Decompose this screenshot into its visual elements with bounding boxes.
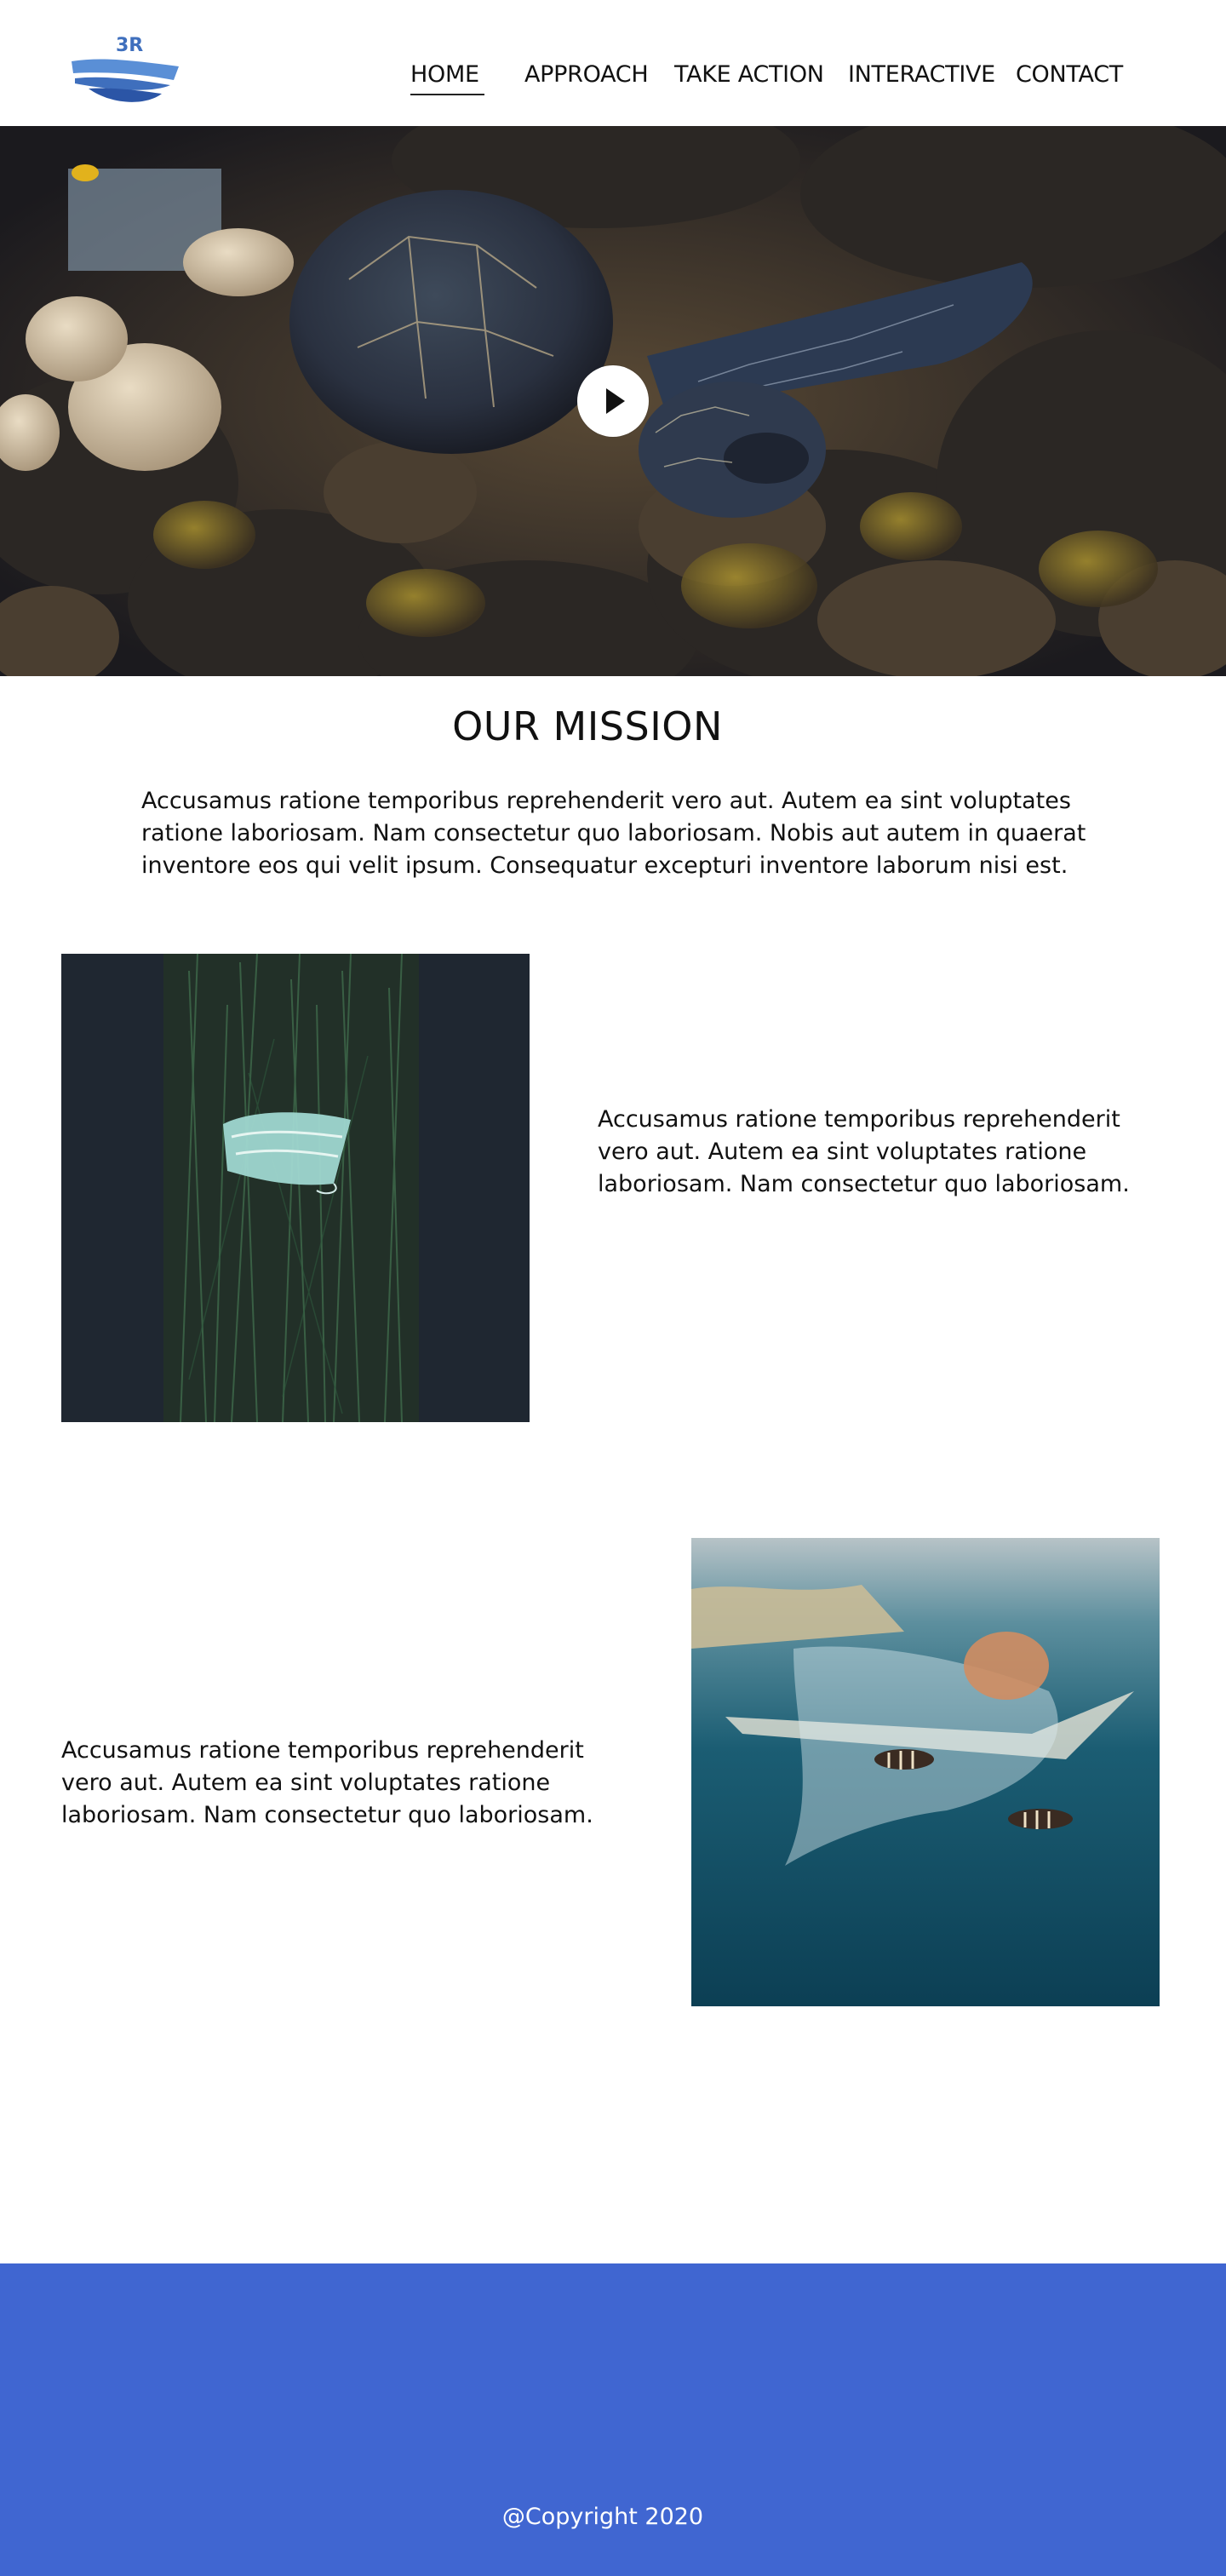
site-footer: @Copyright 2020 xyxy=(0,2263,1226,2576)
nav-take-action[interactable]: TAKE ACTION xyxy=(674,61,824,88)
section-text-1: Accusamus ratione temporibus reprehender… xyxy=(598,1106,1130,1197)
hero-video[interactable] xyxy=(0,126,1226,676)
play-button[interactable] xyxy=(577,365,649,437)
logo[interactable]: 3R xyxy=(70,32,182,111)
nav-home[interactable]: HOME xyxy=(410,61,484,95)
mission-text: Accusamus ratione temporibus reprehender… xyxy=(141,788,1086,879)
mission-title: OUR MISSION xyxy=(452,703,723,749)
logo-text: 3R xyxy=(116,35,143,56)
nav-approach[interactable]: APPROACH xyxy=(524,61,649,88)
plastic-bag-image xyxy=(691,1538,1160,2006)
copyright-text: @Copyright 2020 xyxy=(501,2504,704,2530)
play-icon xyxy=(606,388,625,414)
nav-contact[interactable]: CONTACT xyxy=(1016,61,1123,88)
nav-interactive[interactable]: INTERACTIVE xyxy=(848,61,995,88)
section-text-2: Accusamus ratione temporibus reprehender… xyxy=(61,1737,593,1828)
site-header: 3R HOME APPROACH TAKE ACTION INTERACTIVE… xyxy=(0,0,1226,126)
face-mask-image xyxy=(61,954,530,1422)
logo-icon: 3R xyxy=(72,35,179,102)
